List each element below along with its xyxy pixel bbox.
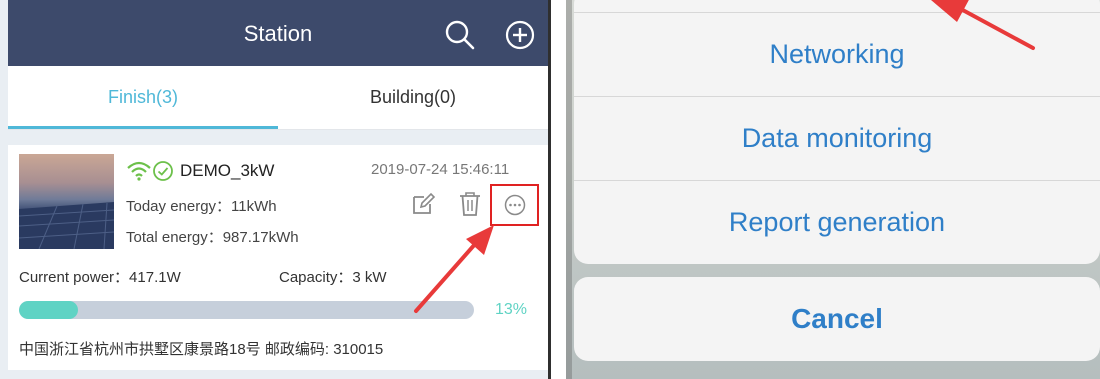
add-circle-icon[interactable] [503, 18, 537, 52]
last-update-time: 2019-07-24 15:46:11 [371, 161, 510, 178]
station-list-screen: Station Finish(3) Building(0) DEMO_3kW 2… [0, 0, 551, 379]
trash-icon[interactable] [458, 191, 482, 217]
progress-percent-label: 13% [495, 301, 528, 318]
solar-panel-image [19, 202, 114, 249]
action-data-monitoring[interactable]: Data monitoring [574, 96, 1100, 180]
station-thumbnail [19, 154, 114, 249]
current-power: Current power：417.1W [19, 269, 181, 286]
tab-building[interactable]: Building(0) [278, 66, 548, 129]
capacity: Capacity：3 kW [279, 269, 387, 286]
cancel-button[interactable]: Cancel [574, 277, 1100, 361]
action-networking[interactable]: Networking [574, 12, 1100, 96]
status-tabs: Finish(3) Building(0) [8, 66, 548, 130]
action-report-generation[interactable]: Report generation [574, 180, 1100, 264]
wifi-icon [127, 161, 151, 181]
search-icon[interactable] [443, 18, 477, 52]
station-name: DEMO_3kW [180, 161, 275, 180]
check-circle-icon [153, 161, 173, 181]
today-energy: Today energy：11kWh [126, 198, 277, 215]
list-separator [8, 370, 548, 379]
active-tab-indicator [8, 126, 278, 129]
action-sheet-screen: Networking Data monitoring Report genera… [566, 0, 1100, 379]
screen-divider [548, 0, 551, 379]
tab-finish[interactable]: Finish(3) [8, 66, 278, 129]
more-options-highlight [490, 184, 539, 226]
progress-fill [19, 301, 79, 319]
edit-icon[interactable] [411, 192, 435, 216]
more-icon[interactable] [504, 194, 526, 216]
top-navigation-bar: Station [8, 0, 548, 66]
screen-edge [566, 0, 572, 379]
energy-progress-bar [19, 301, 474, 319]
total-energy: Total energy：987.17kWh [126, 229, 299, 246]
station-address: 中国浙江省杭州市拱墅区康景路18号 邮政编码: 310015 [19, 341, 384, 358]
action-sheet: Networking Data monitoring Report genera… [574, 0, 1100, 264]
station-card[interactable]: DEMO_3kW 2019-07-24 15:46:11 Today energ… [8, 145, 548, 370]
